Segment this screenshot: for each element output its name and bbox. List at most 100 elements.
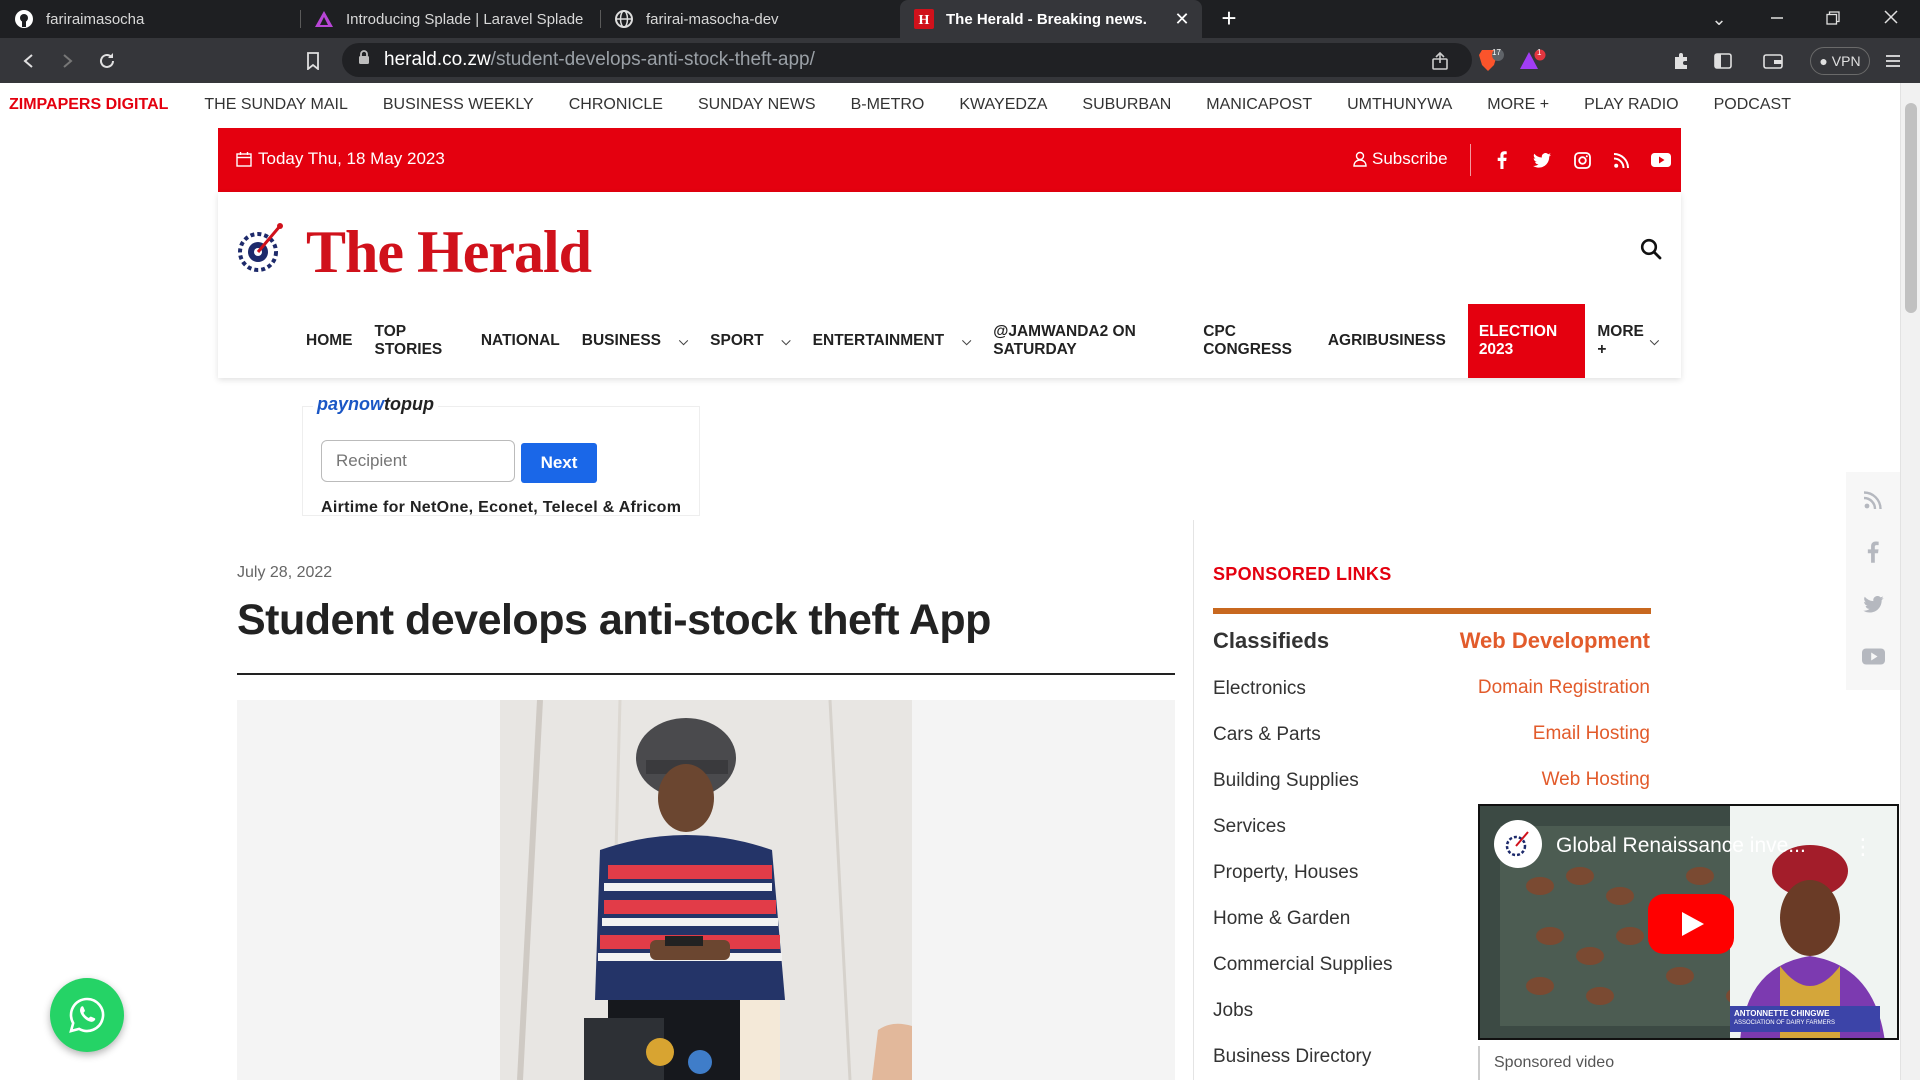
instagram-icon[interactable]	[1572, 150, 1592, 170]
network-link[interactable]: PLAY RADIO	[1584, 96, 1679, 114]
minimize-button[interactable]	[1752, 0, 1802, 38]
wallet-icon[interactable]	[1758, 46, 1788, 76]
page-scrollbar[interactable]	[1900, 83, 1920, 1080]
brave-rewards-icon[interactable]: 1	[1518, 46, 1548, 76]
chevron-down-icon: ⌵	[679, 333, 689, 348]
network-link[interactable]: BUSINESS WEEKLY	[383, 96, 534, 114]
new-tab-button[interactable]: +	[1214, 4, 1244, 34]
restore-button[interactable]	[1808, 0, 1858, 38]
search-icon[interactable]	[1640, 238, 1664, 262]
nav-national[interactable]: NATIONAL	[481, 304, 560, 378]
classifieds-heading[interactable]: Classifieds	[1213, 628, 1329, 654]
tab-search-chevron-icon[interactable]: ⌄	[1694, 0, 1744, 38]
twitter-icon[interactable]	[1861, 592, 1885, 616]
classified-link[interactable]: Business Directory	[1213, 1046, 1371, 1068]
user-icon	[1353, 151, 1367, 167]
address-bar[interactable]: herald.co.zw/student-develops-anti-stock…	[342, 43, 1472, 77]
close-window-button[interactable]	[1866, 0, 1916, 38]
sidebar-toggle-icon[interactable]	[1708, 46, 1738, 76]
network-link[interactable]: THE SUNDAY MAIL	[204, 96, 347, 114]
tab-title: The Herald - Breaking news.	[946, 10, 1147, 28]
nav-top-stories[interactable]: TOP STORIES	[375, 304, 459, 378]
nav-agribusiness[interactable]: AGRIBUSINESS	[1328, 304, 1446, 378]
network-link[interactable]: PODCAST	[1714, 96, 1791, 114]
forward-button[interactable]	[52, 46, 82, 76]
play-button[interactable]	[1648, 894, 1734, 954]
classified-link[interactable]: Home & Garden	[1213, 908, 1350, 930]
network-link[interactable]: SUBURBAN	[1082, 96, 1171, 114]
bookmark-icon[interactable]	[298, 46, 328, 76]
vpn-button[interactable]: ● VPN	[1810, 47, 1870, 75]
paynow-logo-part: paynow	[317, 394, 385, 414]
more-vertical-icon[interactable]: ⋮	[1852, 834, 1874, 860]
chevron-down-icon: ⌵	[962, 333, 972, 348]
sponsored-video-player[interactable]: Global Renaissance inve... ⋮ ANTONNETTE …	[1478, 804, 1899, 1040]
subscribe-link[interactable]: Subscribe	[1353, 149, 1448, 169]
calendar-icon	[236, 151, 252, 167]
close-tab-icon[interactable]: ✕	[1172, 9, 1192, 29]
nav-sport[interactable]: SPORT ⌵	[710, 304, 791, 378]
zimpapers-brand-link[interactable]: ZIMPAPERS DIGITAL	[9, 96, 168, 114]
chevron-down-icon: ⌵	[781, 333, 791, 348]
share-icon[interactable]	[1425, 46, 1455, 76]
brave-shields-icon[interactable]: 17	[1476, 46, 1506, 76]
scrollbar-thumb[interactable]	[1905, 103, 1917, 313]
facebook-icon[interactable]	[1861, 540, 1885, 564]
brave-shields-count: 17	[1492, 48, 1501, 57]
nav-label: @JAMWANDA2 ON SATURDAY	[993, 323, 1136, 358]
classified-link[interactable]: Jobs	[1213, 1000, 1253, 1022]
channel-avatar[interactable]	[1494, 820, 1542, 868]
twitter-icon[interactable]	[1532, 150, 1552, 170]
tab-splade[interactable]: Introducing Splade | Laravel Splade	[300, 0, 600, 38]
network-link[interactable]: UMTHUNYWA	[1347, 96, 1452, 114]
next-button[interactable]: Next	[521, 443, 597, 483]
classified-link[interactable]: Cars & Parts	[1213, 724, 1321, 746]
webdev-link[interactable]: Web Hosting	[1542, 769, 1650, 791]
herald-emblem-logo[interactable]	[236, 220, 288, 276]
webdev-link[interactable]: Domain Registration	[1478, 677, 1650, 699]
tab-portfolio[interactable]: farirai-masocha-dev	[600, 0, 900, 38]
classified-link[interactable]: Commercial Supplies	[1213, 954, 1393, 976]
recipient-input[interactable]	[321, 440, 515, 482]
extensions-puzzle-icon[interactable]	[1666, 46, 1696, 76]
facebook-icon[interactable]	[1492, 150, 1512, 170]
network-link[interactable]: MORE +	[1487, 96, 1549, 114]
youtube-icon[interactable]	[1651, 150, 1671, 170]
classified-link[interactable]: Property, Houses	[1213, 862, 1358, 884]
web-development-heading[interactable]: Web Development	[1460, 628, 1650, 654]
network-link[interactable]: KWAYEDZA	[959, 96, 1047, 114]
herald-logo-text[interactable]: The Herald	[306, 218, 592, 287]
network-link[interactable]: SUNDAY NEWS	[698, 96, 816, 114]
video-title[interactable]: Global Renaissance inve...	[1556, 834, 1806, 858]
nav-election-2023[interactable]: ELECTION 2023	[1467, 304, 1586, 378]
classified-link[interactable]: Services	[1213, 816, 1286, 838]
whatsapp-chat-button[interactable]	[50, 978, 124, 1052]
network-link[interactable]: MANICAPOST	[1206, 96, 1312, 114]
network-link[interactable]: B-METRO	[851, 96, 925, 114]
rss-icon[interactable]	[1861, 488, 1885, 512]
nav-jamwanda2[interactable]: @JAMWANDA2 ON SATURDAY	[993, 304, 1181, 378]
tab-herald[interactable]: H The Herald - Breaking news. ✕	[900, 0, 1202, 38]
tab-github[interactable]: fariraimasocha	[0, 0, 300, 38]
nav-more[interactable]: MORE + ⌵	[1597, 304, 1659, 378]
classified-link[interactable]: Building Supplies	[1213, 770, 1359, 792]
vpn-label: VPN	[1831, 53, 1861, 69]
network-link[interactable]: CHRONICLE	[569, 96, 663, 114]
rss-icon[interactable]	[1611, 150, 1631, 170]
article-photo-student[interactable]	[500, 700, 912, 1080]
nav-business[interactable]: BUSINESS ⌵	[582, 304, 688, 378]
nav-label: SPORT	[710, 332, 764, 349]
back-button[interactable]	[14, 46, 44, 76]
youtube-icon[interactable]	[1861, 644, 1885, 668]
splade-icon	[314, 9, 334, 29]
nav-label: ELECTION 2023	[1478, 323, 1558, 358]
reload-button[interactable]	[92, 46, 122, 76]
classified-link[interactable]: Electronics	[1213, 678, 1306, 700]
paynow-logo-part: topup	[384, 394, 434, 414]
nav-cpc-congress[interactable]: CPC CONGRESS	[1203, 304, 1306, 378]
nav-entertainment[interactable]: ENTERTAINMENT ⌵	[813, 304, 972, 378]
video-caption-org: ASSOCIATION OF DAIRY FARMERS	[1734, 1020, 1836, 1026]
menu-icon[interactable]	[1878, 46, 1908, 76]
webdev-link[interactable]: Email Hosting	[1533, 723, 1650, 745]
nav-home[interactable]: HOME	[306, 304, 353, 378]
